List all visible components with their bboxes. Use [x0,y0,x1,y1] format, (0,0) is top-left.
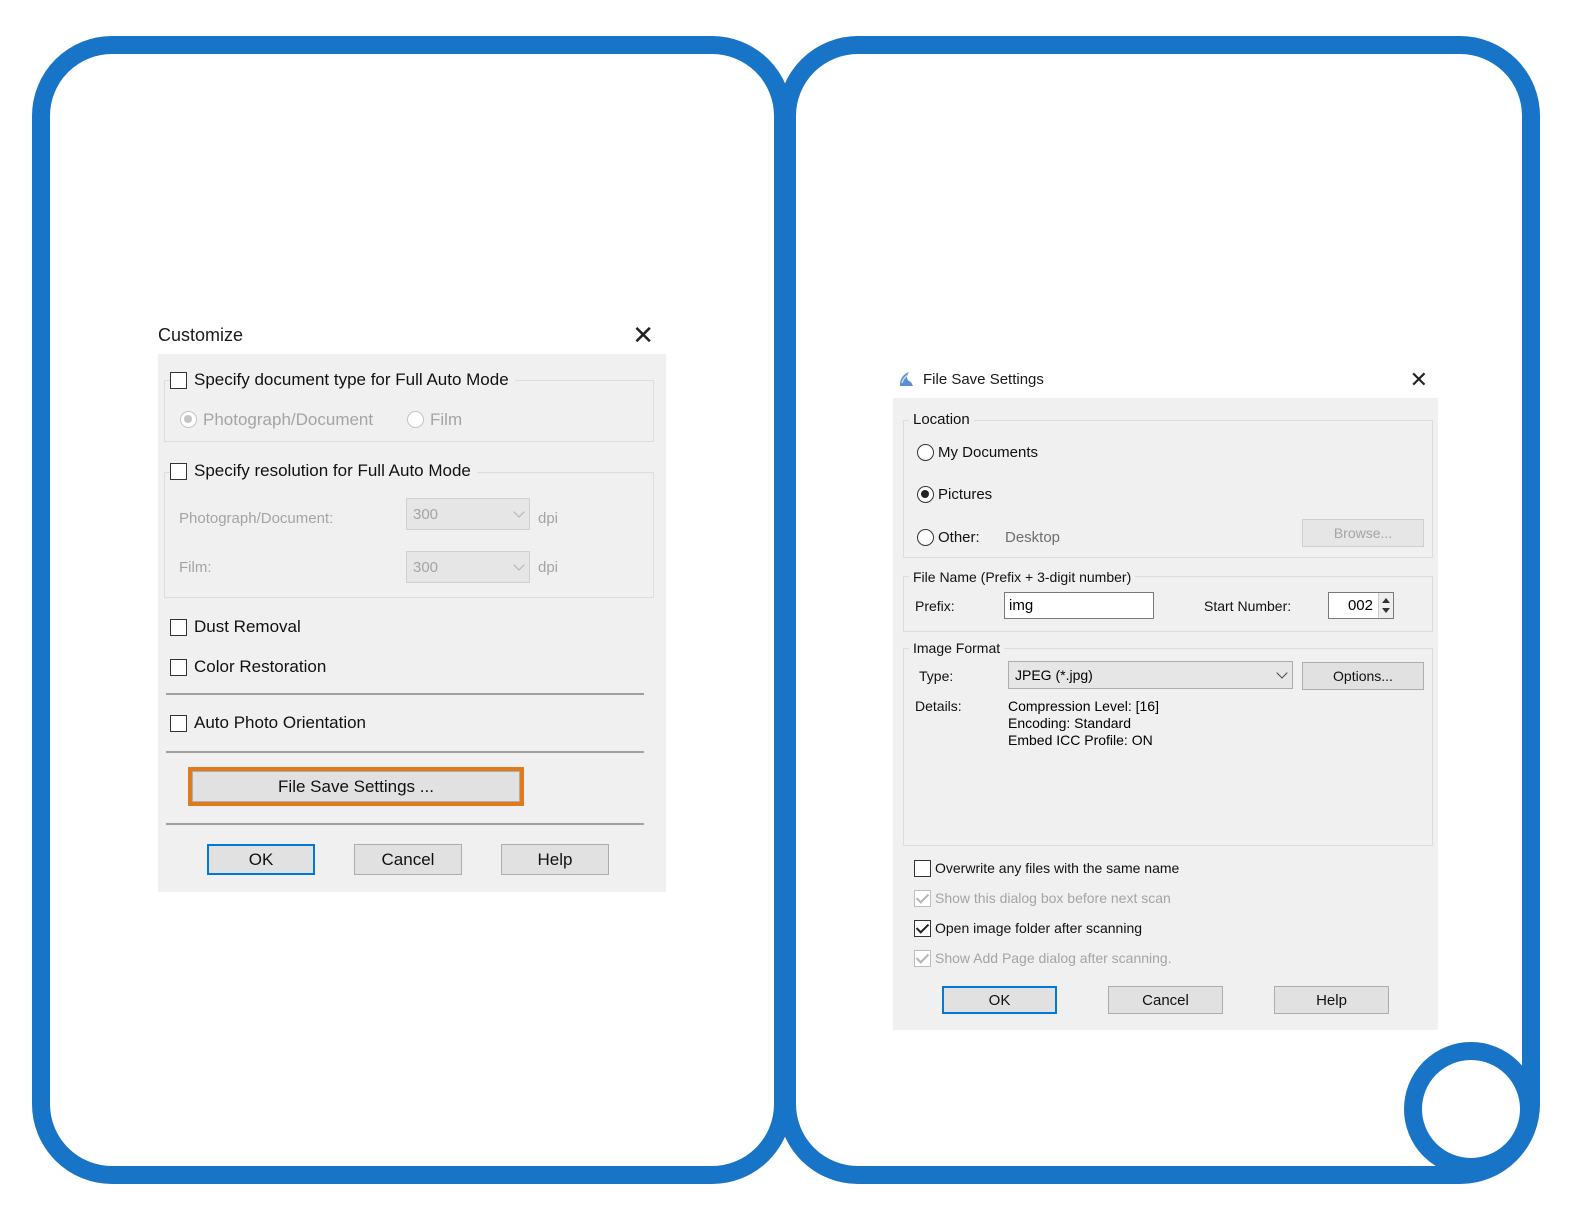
film-radio-label: Film [430,410,463,429]
open-folder-checkbox[interactable] [914,920,931,937]
start-number-label: Start Number: [1204,598,1292,614]
spin-down-icon[interactable] [1382,608,1390,613]
start-number-stepper[interactable]: 002 [1328,592,1394,619]
my-documents-label: My Documents [938,444,1039,461]
photo-document-radio[interactable] [180,411,197,428]
cancel-button[interactable]: Cancel [1108,986,1223,1014]
auto-orientation-label: Auto Photo Orientation [194,713,367,732]
film-dpi-select[interactable]: 300 [406,551,530,583]
color-restoration-row[interactable]: Color Restoration [170,657,326,677]
document-type-checkbox-row[interactable]: Specify document type for Full Auto Mode [170,370,515,390]
resolution-checkbox-row[interactable]: Specify resolution for Full Auto Mode [170,461,477,481]
start-number-value: 002 [1347,597,1373,614]
document-type-label: Specify document type for Full Auto Mode [194,370,509,389]
chevron-down-icon [1276,667,1288,679]
film-dpi-unit: dpi [538,559,559,576]
dialog-title: File Save Settings [923,371,1044,388]
details-label: Details: [915,698,962,714]
file-name-group-title: File Name (Prefix + 3-digit number) [909,569,1136,585]
chevron-down-icon [513,559,525,571]
customize-dialog: Customize ✕ Specify document type for Fu… [158,316,666,892]
show-dialog-row[interactable]: Show this dialog box before next scan [914,890,1171,908]
type-select[interactable]: JPEG (*.jpg) [1008,661,1293,689]
details-line: Embed ICC Profile: ON [1008,732,1153,748]
show-dialog-checkbox[interactable] [914,890,931,907]
pictures-radio[interactable] [917,486,934,503]
file-save-client-area: Location My Documents Pictures Other: De… [893,398,1438,1030]
image-format-group-title: Image Format [909,640,1005,656]
prefix-value: img [1009,597,1034,614]
resolution-checkbox[interactable] [170,463,187,480]
dust-removal-checkbox[interactable] [170,619,187,636]
open-folder-row[interactable]: Open image folder after scanning [914,920,1142,938]
photo-document-radio-label: Photograph/Document [203,410,374,429]
auto-orientation-row[interactable]: Auto Photo Orientation [170,713,366,733]
options-button[interactable]: Options... [1302,662,1424,690]
help-button[interactable]: Help [1274,986,1389,1014]
location-group-title: Location [909,411,974,428]
cancel-button[interactable]: Cancel [354,844,462,875]
dust-removal-label: Dust Removal [194,617,301,636]
document-type-checkbox[interactable] [170,372,187,389]
close-icon[interactable]: ✕ [1410,367,1428,393]
file-save-titlebar: File Save Settings ✕ [893,360,1438,398]
other-folder-value: Desktop [1005,529,1061,546]
prefix-label: Prefix: [915,598,955,614]
other-radio[interactable] [917,529,934,546]
corner-circle-decoration [1404,1042,1538,1176]
show-add-page-row[interactable]: Show Add Page dialog after scanning. [914,950,1172,968]
details-line: Encoding: Standard [1008,715,1131,731]
divider [166,751,644,753]
scanner-app-icon [900,372,913,386]
overwrite-row[interactable]: Overwrite any files with the same name [914,860,1179,878]
photo-dpi-value: 300 [413,505,439,523]
close-icon[interactable]: ✕ [632,322,654,348]
open-folder-label: Open image folder after scanning [935,920,1143,936]
overwrite-checkbox[interactable] [914,860,931,877]
help-button[interactable]: Help [501,844,609,875]
prefix-input[interactable]: img [1004,592,1154,619]
film-radio[interactable] [407,411,424,428]
photo-resolution-label: Photograph/Document: [179,510,334,527]
spin-up-icon[interactable] [1382,598,1390,603]
my-documents-radio[interactable] [917,444,934,461]
customize-titlebar: Customize ✕ [158,316,666,354]
details-text: Compression Level: [16] Encoding: Standa… [1008,698,1159,749]
show-add-page-label: Show Add Page dialog after scanning. [935,950,1172,966]
browse-button[interactable]: Browse... [1302,519,1424,547]
resolution-label: Specify resolution for Full Auto Mode [194,461,471,480]
pictures-label: Pictures [938,486,993,503]
file-save-settings-button[interactable]: File Save Settings ... [188,767,524,806]
dust-removal-row[interactable]: Dust Removal [170,617,301,637]
dialog-title: Customize [158,325,244,345]
spin-buttons[interactable] [1378,593,1393,618]
show-add-page-checkbox[interactable] [914,950,931,967]
film-resolution-label: Film: [179,559,212,576]
file-save-settings-dialog: File Save Settings ✕ Location My Documen… [893,360,1438,1030]
type-label: Type: [919,668,954,684]
color-restoration-label: Color Restoration [194,657,327,676]
photo-dpi-select[interactable]: 300 [406,498,530,530]
divider [166,693,644,695]
auto-orientation-checkbox[interactable] [170,715,187,732]
customize-client-area: Specify document type for Full Auto Mode… [158,354,666,892]
overwrite-label: Overwrite any files with the same name [935,860,1180,876]
other-label: Other: [938,529,980,546]
ok-button[interactable]: OK [942,986,1057,1014]
chevron-down-icon [513,506,525,518]
details-line: Compression Level: [16] [1008,698,1159,714]
show-dialog-label: Show this dialog box before next scan [935,890,1171,906]
film-dpi-value: 300 [413,558,439,576]
type-value: JPEG (*.jpg) [1015,667,1093,683]
ok-button[interactable]: OK [207,844,315,875]
color-restoration-checkbox[interactable] [170,659,187,676]
divider [166,823,644,825]
photo-dpi-unit: dpi [538,510,559,527]
